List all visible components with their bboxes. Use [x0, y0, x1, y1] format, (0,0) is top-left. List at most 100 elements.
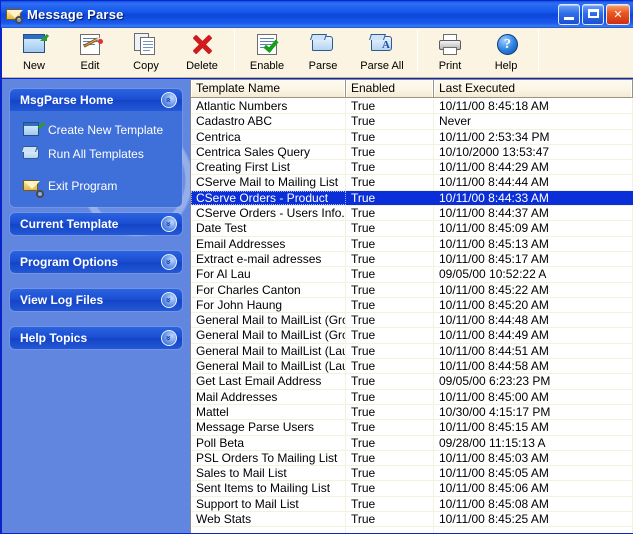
parse-all-button-label: Parse All — [360, 60, 403, 72]
table-row[interactable]: CServe Orders - ProductTrue10/11/00 8:44… — [191, 191, 633, 206]
table-row[interactable]: Creating First ListTrue10/11/00 8:44:29 … — [191, 160, 633, 175]
cell-last-executed: 10/11/00 8:45:09 AM — [434, 221, 633, 235]
edit-button[interactable]: Edit — [62, 28, 118, 76]
cell-last-executed: 10/11/00 8:45:00 AM — [434, 390, 633, 404]
panel-msgparse-home-body: Create New Template Run All Templates — [10, 111, 182, 207]
chevron-up-icon[interactable]: « — [161, 92, 177, 108]
table-row[interactable]: Sent Items to Mailing ListTrue10/11/00 8… — [191, 481, 633, 496]
cell-last-executed: 10/11/00 8:45:15 AM — [434, 420, 633, 434]
panel-current-template-header[interactable]: Current Template » — [10, 213, 182, 235]
sidebar-item-label: Exit Program — [48, 179, 117, 193]
content-area: MsgParse Home « Create New Template — [2, 79, 633, 533]
cell-last-executed: 10/11/00 8:45:08 AM — [434, 497, 633, 511]
chevron-down-icon[interactable]: » — [161, 292, 177, 308]
table-row[interactable]: Poll BetaTrue09/28/00 11:15:13 A — [191, 436, 633, 451]
cell-last-executed: 10/11/00 8:44:29 AM — [434, 160, 633, 174]
new-button[interactable]: New — [6, 28, 62, 76]
cell-empty — [191, 527, 346, 533]
table-row[interactable]: Support to Mail ListTrue10/11/00 8:45:08… — [191, 497, 633, 512]
table-row[interactable]: PSL Orders To Mailing ListTrue10/11/00 8… — [191, 451, 633, 466]
window-controls: ✕ — [558, 4, 630, 25]
table-row[interactable]: Atlantic NumbersTrue10/11/00 8:45:18 AM — [191, 99, 633, 114]
cell-template-name: Sales to Mail List — [191, 466, 346, 480]
table-row[interactable]: Get Last Email AddressTrue09/05/00 6:23:… — [191, 374, 633, 389]
minimize-button[interactable] — [558, 4, 580, 25]
table-row[interactable]: Email AddressesTrue10/11/00 8:45:13 AM — [191, 237, 633, 252]
parse-all-button[interactable]: A Parse All — [351, 28, 413, 76]
cell-empty — [346, 527, 434, 533]
panel-view-log-files-header[interactable]: View Log Files » — [10, 289, 182, 311]
cell-last-executed: 10/11/00 8:44:37 AM — [434, 206, 633, 220]
cell-template-name: Email Addresses — [191, 237, 346, 251]
table-row[interactable]: For John HaungTrue10/11/00 8:45:20 AM — [191, 298, 633, 313]
table-row[interactable]: Message Parse UsersTrue10/11/00 8:45:15 … — [191, 420, 633, 435]
cell-empty — [434, 527, 633, 533]
help-button[interactable]: ? Help — [478, 28, 534, 76]
chevron-down-icon[interactable]: » — [161, 254, 177, 270]
copy-button[interactable]: Copy — [118, 28, 174, 76]
application-window: Message Parse ✕ New — [0, 0, 633, 534]
parse-button[interactable]: Parse — [295, 28, 351, 76]
table-row[interactable]: CServe Orders - Users Info...True10/11/0… — [191, 206, 633, 221]
table-row[interactable]: General Mail to MailList (Lau...True10/1… — [191, 344, 633, 359]
table-row[interactable]: CentricaTrue10/11/00 2:53:34 PM — [191, 130, 633, 145]
column-header-template-name[interactable]: Template Name — [191, 80, 346, 97]
maximize-button[interactable] — [582, 4, 604, 25]
template-list-view[interactable]: Template Name Enabled Last Executed Atla… — [190, 79, 633, 533]
panel-help-topics-title: Help Topics — [20, 331, 87, 345]
cell-enabled: True — [346, 481, 434, 495]
table-row[interactable]: Extract e-mail adressesTrue10/11/00 8:45… — [191, 252, 633, 267]
navigation-sidebar: MsgParse Home « Create New Template — [2, 79, 190, 533]
cell-enabled: True — [346, 359, 434, 373]
print-button[interactable]: Print — [422, 28, 478, 76]
cell-template-name: For Charles Canton — [191, 283, 346, 297]
sidebar-item-create-new-template[interactable]: Create New Template — [10, 118, 182, 142]
table-row[interactable]: MattelTrue10/30/00 4:15:17 PM — [191, 405, 633, 420]
chevron-down-icon[interactable]: » — [161, 330, 177, 346]
table-row[interactable]: General Mail to MailList (Lau...True10/1… — [191, 359, 633, 374]
column-header-enabled[interactable]: Enabled — [346, 80, 434, 97]
cell-template-name: Centrica — [191, 130, 346, 144]
sidebar-item-run-all-templates[interactable]: Run All Templates — [10, 142, 182, 166]
cell-enabled: True — [346, 313, 434, 327]
cell-enabled: True — [346, 283, 434, 297]
panel-view-log-files: View Log Files » — [10, 289, 182, 311]
cell-last-executed: 09/05/00 10:52:22 A — [434, 267, 633, 281]
table-row[interactable]: Cadastro ABCTrueNever — [191, 114, 633, 129]
print-button-label: Print — [439, 60, 462, 72]
cell-template-name: Mail Addresses — [191, 390, 346, 404]
cell-last-executed: 10/11/00 8:45:13 AM — [434, 237, 633, 251]
table-row[interactable]: General Mail to MailList (Gro...True10/1… — [191, 328, 633, 343]
cell-enabled: True — [346, 237, 434, 251]
table-row[interactable]: Web StatsTrue10/11/00 8:45:25 AM — [191, 512, 633, 527]
panel-msgparse-home-header[interactable]: MsgParse Home « — [10, 89, 182, 111]
close-button[interactable]: ✕ — [606, 4, 630, 25]
table-row[interactable]: For Al LauTrue09/05/00 10:52:22 A — [191, 267, 633, 282]
panel-help-topics-header[interactable]: Help Topics » — [10, 327, 182, 349]
copy-button-label: Copy — [133, 60, 159, 72]
cell-enabled: True — [346, 145, 434, 159]
column-header-last-executed[interactable]: Last Executed — [434, 80, 633, 97]
edit-button-label: Edit — [81, 60, 100, 72]
chevron-down-icon[interactable]: » — [161, 216, 177, 232]
table-row[interactable]: CServe Mail to Mailing ListTrue10/11/00 … — [191, 175, 633, 190]
panel-view-log-files-title: View Log Files — [20, 293, 103, 307]
table-row[interactable]: Centrica Sales QueryTrue10/10/2000 13:53… — [191, 145, 633, 160]
delete-button[interactable]: Delete — [174, 28, 230, 76]
cell-enabled: True — [346, 390, 434, 404]
cell-enabled: True — [346, 512, 434, 526]
sidebar-item-label: Run All Templates — [48, 147, 144, 161]
cell-template-name: For Al Lau — [191, 267, 346, 281]
table-row[interactable]: Sales to Mail ListTrue10/11/00 8:45:05 A… — [191, 466, 633, 481]
table-row[interactable]: General Mail to MailList (Gro...True10/1… — [191, 313, 633, 328]
printer-icon — [436, 32, 464, 58]
panel-program-options-header[interactable]: Program Options » — [10, 251, 182, 273]
cell-template-name: Cadastro ABC — [191, 114, 346, 128]
table-row[interactable]: Mail AddressesTrue10/11/00 8:45:00 AM — [191, 390, 633, 405]
delete-x-icon — [188, 32, 216, 58]
table-row[interactable]: For Charles CantonTrue10/11/00 8:45:22 A… — [191, 283, 633, 298]
table-row[interactable]: Date TestTrue10/11/00 8:45:09 AM — [191, 221, 633, 236]
enable-button[interactable]: Enable — [239, 28, 295, 76]
parse-button-label: Parse — [309, 60, 338, 72]
sidebar-item-exit-program[interactable]: Exit Program — [10, 174, 182, 198]
